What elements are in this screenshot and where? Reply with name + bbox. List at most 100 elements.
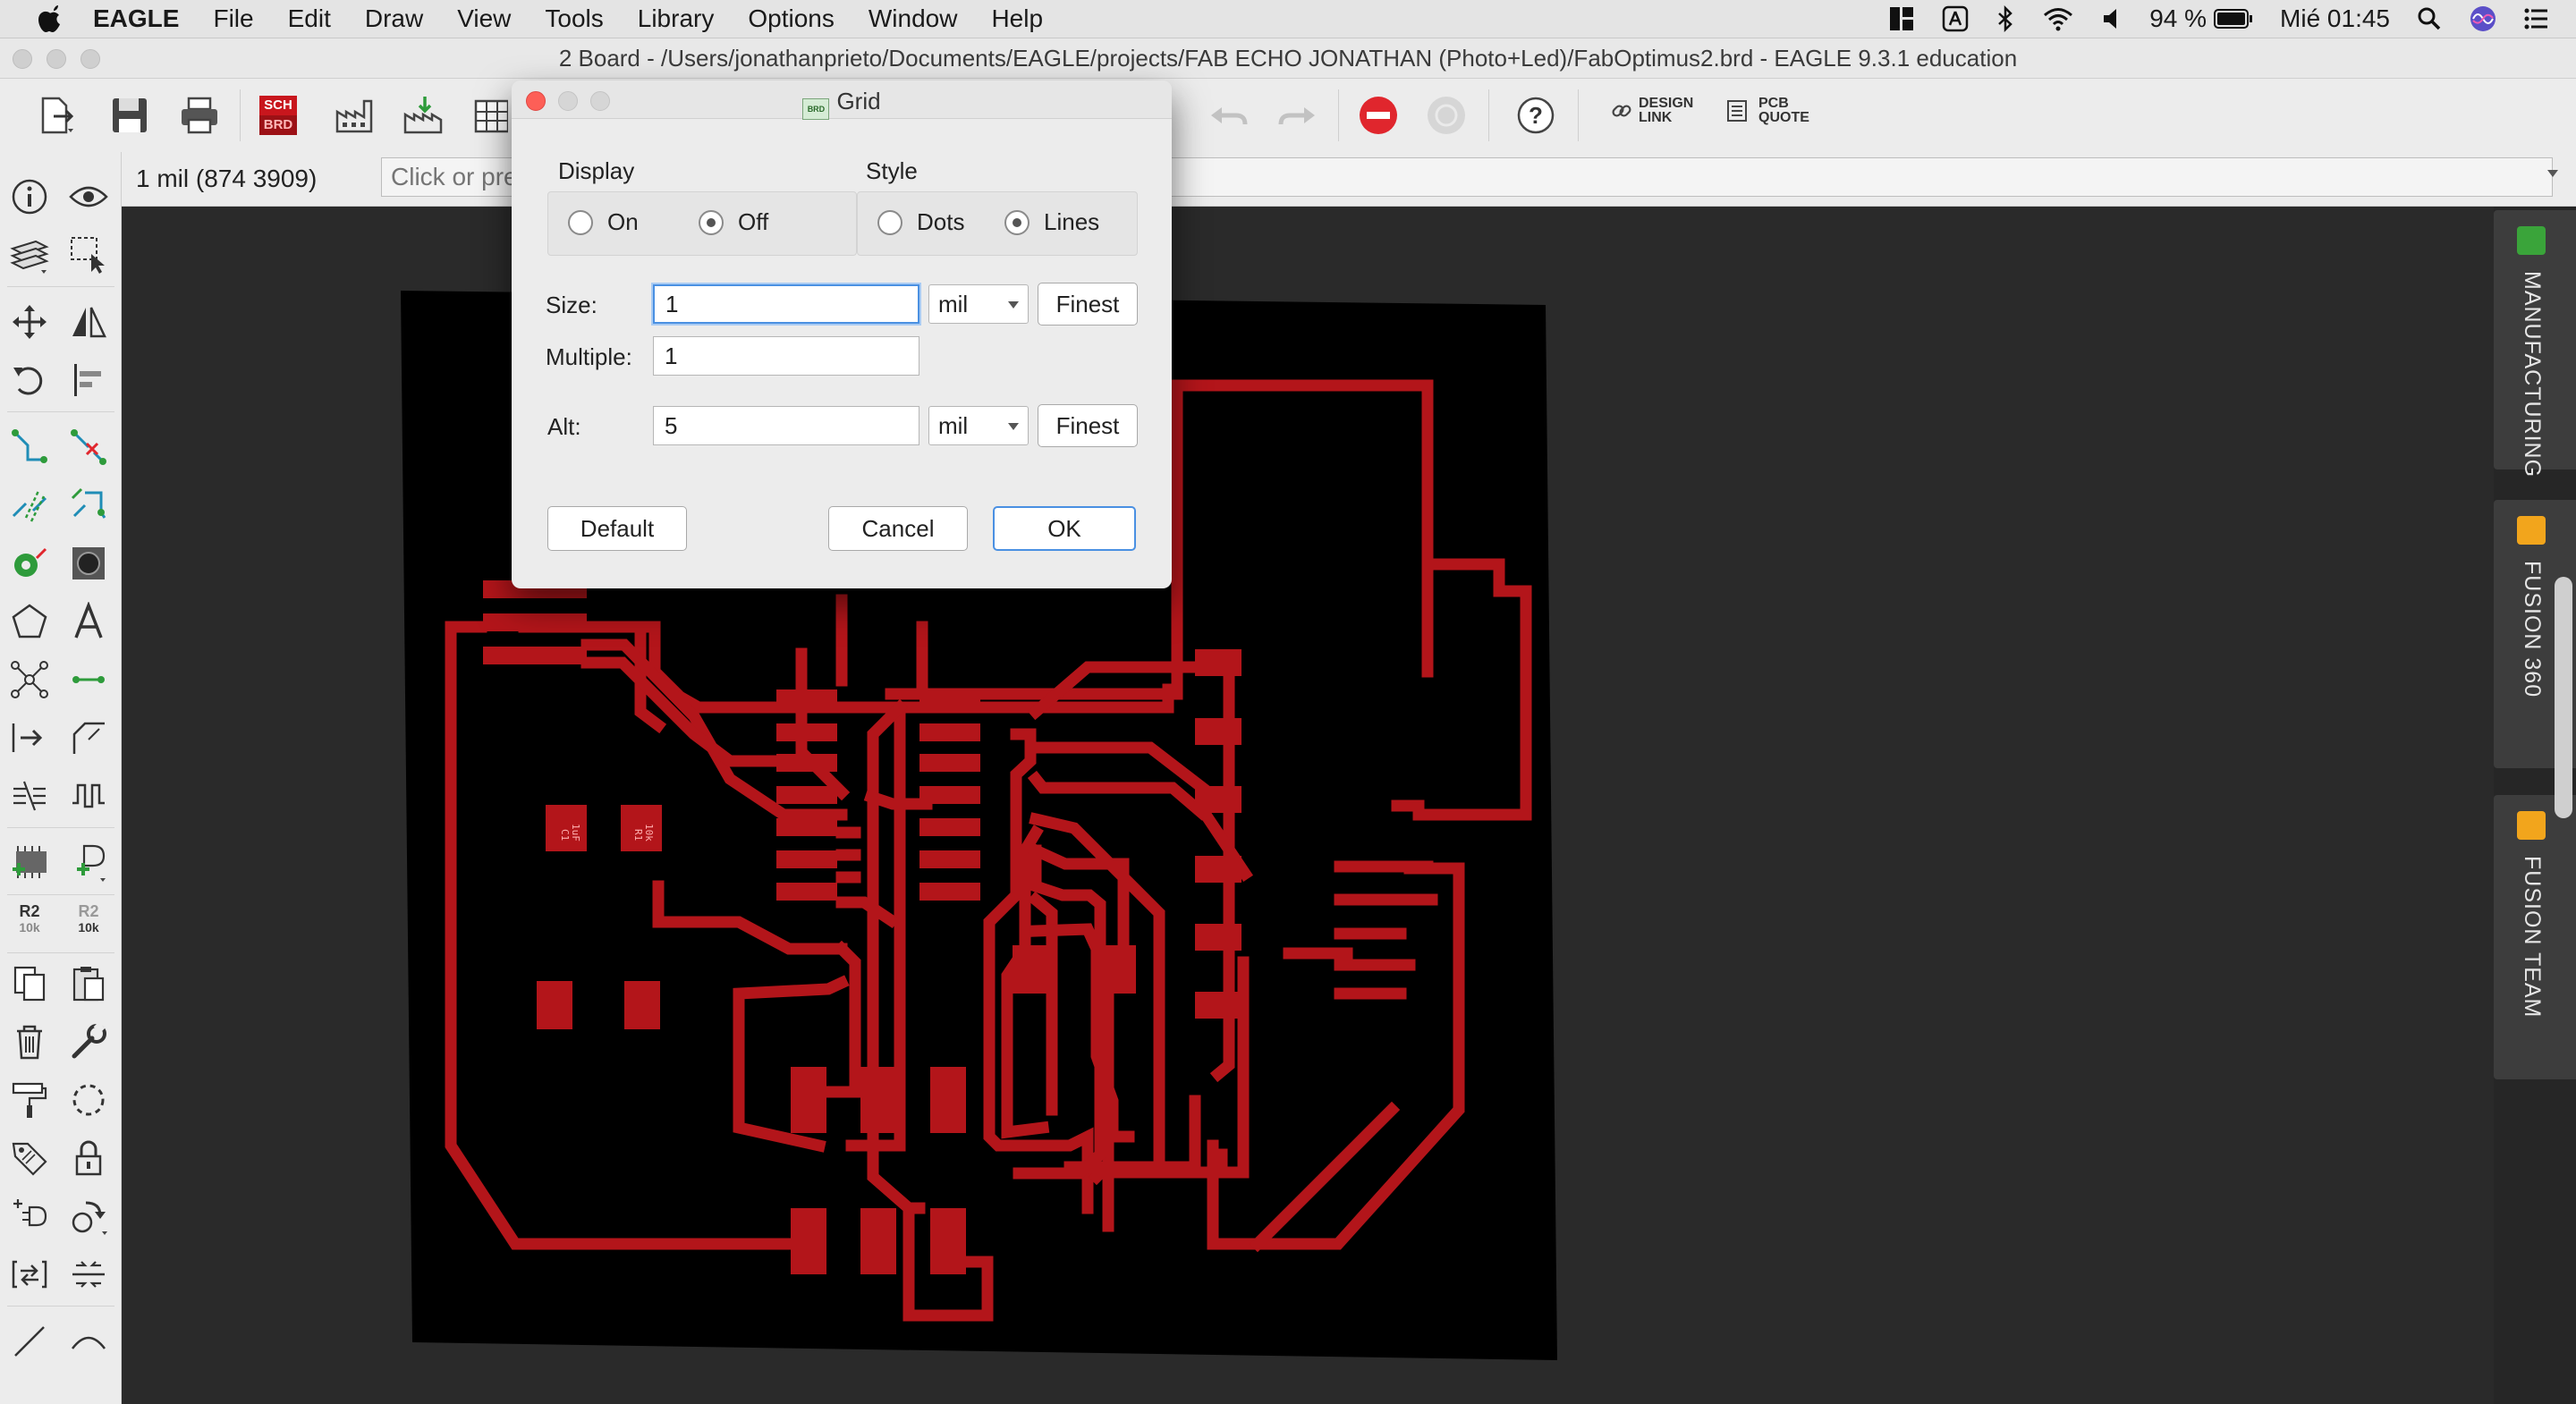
pcb-layout[interactable]: C1 1uF R1 10k	[122, 207, 2494, 1404]
spotlight-search-icon[interactable]	[2417, 6, 2442, 31]
menu-app-eagle[interactable]: EAGLE	[93, 4, 179, 33]
alt-input[interactable]	[653, 406, 919, 445]
menu-options[interactable]: Options	[748, 4, 835, 33]
go-button[interactable]	[1422, 91, 1470, 140]
volume-icon[interactable]	[2101, 6, 2123, 31]
via-tool[interactable]	[7, 541, 52, 586]
manufacturing-panel-tab[interactable]: MANUFACTURING	[2494, 210, 2576, 478]
polygon-tool[interactable]	[7, 599, 52, 644]
window-minimize-button[interactable]	[47, 49, 66, 69]
menu-help[interactable]: Help	[991, 4, 1043, 33]
style-lines-radio[interactable]: Lines	[1004, 208, 1099, 236]
window-zoom-button[interactable]	[80, 49, 100, 69]
delete-tool[interactable]	[7, 1019, 52, 1064]
replace-tool[interactable]	[66, 841, 111, 885]
style-lines-radio-button[interactable]	[1004, 209, 1030, 235]
app-store-icon[interactable]	[1942, 5, 1969, 32]
style-dots-radio[interactable]: Dots	[877, 208, 964, 236]
paint-roller-tool[interactable]	[7, 1078, 52, 1122]
select-group-tool[interactable]	[66, 233, 111, 277]
print-button[interactable]	[175, 91, 224, 140]
layer-settings-tool[interactable]	[7, 233, 52, 277]
swap-tool[interactable]	[7, 1252, 52, 1297]
display-off-radio[interactable]: Off	[699, 208, 768, 236]
gateswap-tool[interactable]	[7, 1194, 52, 1239]
change-tool[interactable]	[66, 1019, 111, 1064]
split-tool[interactable]	[7, 774, 52, 818]
meander-length-tool[interactable]	[66, 774, 111, 818]
pcb-quote-button[interactable]: PCB QUOTE	[1726, 97, 1821, 125]
smash-tool[interactable]	[66, 1078, 111, 1122]
design-link-button[interactable]: DESIGN LINK	[1610, 97, 1701, 125]
window-close-button[interactable]	[13, 49, 32, 69]
menu-edit[interactable]: Edit	[288, 4, 331, 33]
size-unit-select[interactable]: mil	[928, 284, 1029, 324]
ratsnest-tool[interactable]	[7, 657, 52, 702]
board-canvas[interactable]: C1 1uF R1 10k	[122, 207, 2494, 1404]
stop-button[interactable]	[1354, 91, 1402, 140]
paste-tool[interactable]	[66, 961, 111, 1006]
battery-status[interactable]: 94 %	[2149, 4, 2253, 33]
optimize-tool[interactable]	[66, 483, 111, 528]
command-history-dropdown-icon[interactable]	[2547, 170, 2558, 177]
move-tool[interactable]	[7, 300, 52, 344]
alt-finest-button[interactable]: Finest	[1038, 404, 1138, 447]
style-dots-radio-button[interactable]	[877, 209, 902, 235]
miter-tool[interactable]	[66, 715, 111, 760]
save-button[interactable]	[106, 91, 154, 140]
copy-tool[interactable]	[7, 961, 52, 1006]
ulp-button[interactable]	[472, 91, 508, 140]
menu-bar-clock[interactable]: Mié 01:45	[2280, 4, 2390, 33]
size-finest-button[interactable]: Finest	[1038, 283, 1138, 326]
rotate-tool[interactable]	[7, 358, 52, 402]
alt-unit-select[interactable]: mil	[928, 406, 1029, 445]
line-tool[interactable]	[7, 1319, 52, 1364]
name-tool[interactable]: R2 10k	[7, 903, 52, 944]
bluetooth-icon[interactable]	[1996, 5, 2015, 32]
display-on-radio[interactable]: On	[568, 208, 639, 236]
pinswap-tool[interactable]	[66, 1194, 111, 1239]
join-tool[interactable]	[66, 1252, 111, 1297]
help-button[interactable]: ?	[1512, 91, 1560, 140]
hole-tool[interactable]	[66, 541, 111, 586]
menu-window[interactable]: Window	[869, 4, 958, 33]
canvas-scrollbar-thumb[interactable]	[2555, 577, 2572, 818]
autorouter-tool[interactable]	[7, 483, 52, 528]
open-file-button[interactable]	[32, 91, 80, 140]
fusion-team-panel-tab[interactable]: FUSION TEAM	[2494, 795, 2576, 1079]
apple-icon[interactable]	[36, 4, 63, 33]
export-manufacturing-button[interactable]	[399, 91, 447, 140]
display-on-radio-button[interactable]	[568, 209, 593, 235]
attribute-tool[interactable]	[7, 1136, 52, 1180]
arc-tool[interactable]	[66, 1319, 111, 1364]
size-input[interactable]	[653, 284, 919, 324]
display-off-radio-button[interactable]	[699, 209, 724, 235]
menu-library[interactable]: Library	[638, 4, 715, 33]
lock-tool[interactable]	[66, 1136, 111, 1180]
default-button[interactable]: Default	[547, 506, 687, 551]
text-tool[interactable]	[66, 599, 111, 644]
add-part-tool[interactable]	[7, 841, 52, 885]
notification-center-icon[interactable]	[2524, 7, 2549, 30]
wifi-icon[interactable]	[2042, 6, 2074, 31]
multiple-input[interactable]	[653, 336, 919, 376]
show-tool[interactable]	[66, 174, 111, 219]
ok-button[interactable]: OK	[993, 506, 1136, 551]
window-tiling-icon[interactable]	[1888, 5, 1915, 32]
info-tool[interactable]	[7, 174, 52, 219]
signal-tool[interactable]	[66, 657, 111, 702]
undo-button[interactable]	[1204, 91, 1252, 140]
align-tool[interactable]	[66, 358, 111, 402]
redo-button[interactable]	[1274, 91, 1322, 140]
menu-tools[interactable]: Tools	[545, 4, 603, 33]
meander-tool[interactable]	[7, 715, 52, 760]
mirror-tool[interactable]	[66, 300, 111, 344]
ripup-tool[interactable]	[66, 425, 111, 469]
menu-view[interactable]: View	[457, 4, 511, 33]
value-tool[interactable]: R2 10k	[66, 903, 111, 944]
siri-icon[interactable]	[2469, 4, 2497, 33]
menu-draw[interactable]: Draw	[365, 4, 423, 33]
cam-processor-button[interactable]	[331, 91, 379, 140]
switch-schematic-board-button[interactable]: SCH BRD	[254, 91, 302, 140]
menu-file[interactable]: File	[213, 4, 253, 33]
